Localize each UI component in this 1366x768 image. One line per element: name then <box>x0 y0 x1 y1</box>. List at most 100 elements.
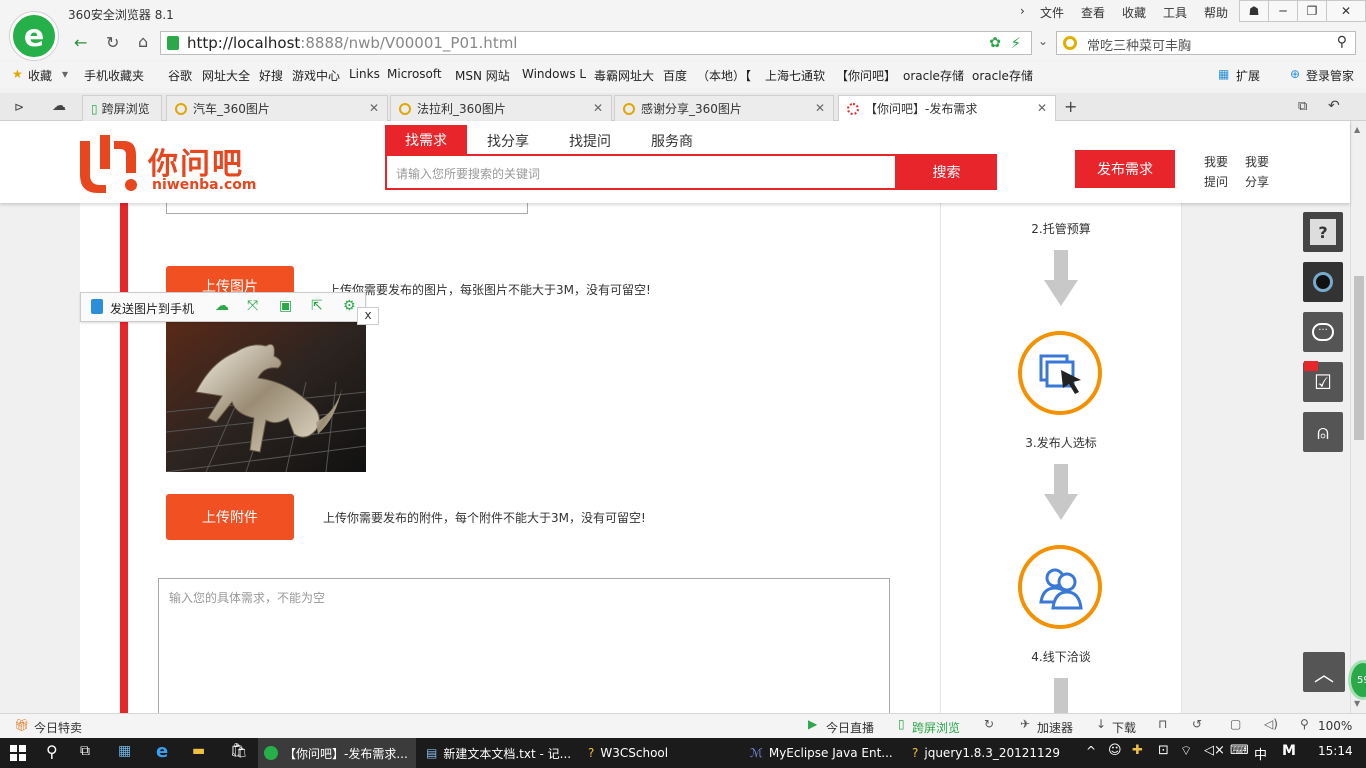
browser-logo-icon[interactable]: e <box>10 12 58 60</box>
fav-item[interactable]: oracle存储 <box>903 67 964 84</box>
fav-item[interactable]: 游戏中心 <box>292 67 340 84</box>
tab-close-icon[interactable]: ✕ <box>815 101 825 115</box>
cloud-save-icon[interactable]: ☁ <box>215 298 229 314</box>
menu-help[interactable]: 帮助 <box>1204 4 1228 21</box>
tray-wifi-icon[interactable]: ⌔ <box>1180 743 1192 759</box>
tab-list-icon[interactable]: ⧉ <box>1298 99 1307 114</box>
tray-volume-icon[interactable]: ◁× <box>1204 743 1225 758</box>
fav-item[interactable]: Microsoft <box>387 67 442 81</box>
tab-car-images[interactable]: 汽车_360图片 ✕ <box>166 95 388 121</box>
folder-icon[interactable]: ▬ <box>192 743 205 759</box>
rotate-icon[interactable]: ↻ <box>984 717 994 731</box>
zoom-level[interactable]: 100% <box>1318 719 1352 733</box>
ime-indicator[interactable]: 中 <box>1254 744 1267 763</box>
nav-service-provider[interactable]: 服务商 <box>639 131 705 151</box>
menu-file[interactable]: 文件 <box>1040 4 1064 21</box>
menu-favorites[interactable]: 收藏 <box>1122 4 1146 21</box>
login-manager-button[interactable]: 登录管家 <box>1306 67 1354 84</box>
reader-icon[interactable]: ⊓ <box>1158 717 1167 731</box>
fav-item[interactable]: 谷歌 <box>168 67 192 84</box>
fullscreen-icon[interactable]: ⤧ <box>247 298 258 314</box>
favorites-dropdown-icon[interactable]: ▾ <box>62 67 68 81</box>
task-notepad[interactable]: ▤ 新建文本文档.txt - 记... <box>420 738 578 768</box>
store-icon[interactable]: 🛍︎ <box>230 743 248 759</box>
windows-start-icon[interactable] <box>10 745 26 761</box>
ask-question-link[interactable]: 我要 提问 <box>1204 152 1228 192</box>
scrollbar-thumb[interactable] <box>1354 276 1364 440</box>
address-dropdown-icon[interactable]: ⌄ <box>1038 34 1048 48</box>
home-icon[interactable]: ⌂ <box>138 32 148 51</box>
site-search-button[interactable]: 搜索 <box>896 154 997 190</box>
accelerator-button[interactable]: 加速器 <box>1037 719 1073 736</box>
tray-expand-icon[interactable]: ^ <box>1086 744 1096 758</box>
tab-close-icon[interactable]: ✕ <box>369 101 379 115</box>
chat-bubble-icon[interactable]: ··· <box>1303 312 1343 352</box>
app-icon[interactable]: ▦ <box>118 743 131 759</box>
sidebar-toggle-icon[interactable]: ⊳ <box>14 100 24 114</box>
window-icon[interactable]: ▢ <box>1230 717 1241 731</box>
cloud-icon[interactable]: ☁ <box>52 98 66 114</box>
refresh-icon[interactable]: ↻ <box>106 33 119 52</box>
fav-item[interactable]: 上海七通软 <box>765 67 825 84</box>
nav-find-demand[interactable]: 找需求 <box>385 125 467 155</box>
task-myeclipse[interactable]: ℳ MyEclipse Java Ent... <box>744 738 902 768</box>
history-icon[interactable]: ↺ <box>1192 717 1202 731</box>
menu-tools[interactable]: 工具 <box>1163 4 1187 21</box>
image-close-button[interactable]: x <box>357 307 379 325</box>
task-jquery[interactable]: ? jquery1.8.3_20121129 <box>906 738 1064 768</box>
extend-button[interactable]: 扩展 <box>1236 67 1260 84</box>
tray-app-icon[interactable]: ☺ <box>1108 743 1122 758</box>
tray-keyboard-icon[interactable]: ⌨ <box>1230 743 1249 758</box>
help-question-icon[interactable]: ? <box>1303 212 1343 252</box>
fav-item[interactable]: Windows L <box>522 67 586 81</box>
site-search-input[interactable]: 请输入您所要搜索的关键词 <box>385 154 897 190</box>
task-browser[interactable]: 【你问吧】-发布需求... <box>258 738 416 768</box>
cross-screen-link[interactable]: 跨屏浏览 <box>912 719 960 736</box>
fav-item[interactable]: oracle存储 <box>972 67 1033 84</box>
user-profile-icon[interactable]: ⍝ <box>1303 412 1343 452</box>
fav-item[interactable]: 手机收藏夹 <box>84 67 144 84</box>
undo-close-icon[interactable]: ↶ <box>1328 98 1340 114</box>
fav-item[interactable]: 好搜 <box>259 67 283 84</box>
tab-thanks-images[interactable]: 感谢分享_360图片 ✕ <box>614 95 834 121</box>
address-bar[interactable]: http://localhost:8888/nwb/V00001_P01.htm… <box>160 31 1032 55</box>
fav-item[interactable]: Links <box>349 67 380 81</box>
minimize-button[interactable]: ─ <box>1268 0 1298 22</box>
menu-arrow-icon[interactable]: › <box>1020 4 1025 18</box>
daily-deals-link[interactable]: 今日特卖 <box>34 719 82 736</box>
back-icon[interactable]: ← <box>74 33 87 52</box>
maximize-button[interactable]: ❐ <box>1297 0 1327 22</box>
camera-icon[interactable] <box>1303 262 1343 302</box>
share-icon[interactable]: ⇱ <box>311 298 323 314</box>
share-link[interactable]: 我要 分享 <box>1245 152 1269 192</box>
close-window-button[interactable]: ✕ <box>1326 0 1366 22</box>
fav-item[interactable]: （本地）【 <box>697 67 751 84</box>
edge-icon[interactable]: e <box>156 741 168 762</box>
fav-item[interactable]: MSN 网站 <box>455 67 510 84</box>
nav-find-question[interactable]: 找提问 <box>557 131 623 151</box>
skin-icon[interactable]: ☗ <box>1239 0 1269 22</box>
tray-security-icon[interactable]: ✚ <box>1132 743 1143 758</box>
publish-demand-button[interactable]: 发布需求 <box>1075 150 1175 188</box>
niwenba-logo-icon[interactable] <box>76 133 142 195</box>
tab-ferrari-images[interactable]: 法拉利_360图片 ✕ <box>390 95 612 121</box>
clock-time[interactable]: 15:14 <box>1318 744 1353 758</box>
new-tab-button[interactable]: + <box>1064 97 1077 116</box>
favorites-button[interactable]: 收藏 <box>28 67 52 84</box>
previous-field[interactable] <box>166 203 528 214</box>
save-icon[interactable]: ▣ <box>279 298 292 314</box>
task-w3cschool[interactable]: ? W3CSchool <box>582 738 740 768</box>
tab-publish-demand[interactable]: 【你问吧】-发布需求 ✕ <box>838 95 1056 121</box>
search-icon[interactable]: ⚲ <box>1337 34 1347 50</box>
browser-search-box[interactable]: 常吃三种菜可丰胸 ⚲ <box>1056 31 1356 55</box>
upload-file-button[interactable]: 上传附件 <box>166 494 294 540</box>
tab-cross-screen[interactable]: ▯ 跨屏浏览 <box>82 95 162 121</box>
speed-icon[interactable]: ⚡ <box>1010 34 1021 52</box>
extension-icon[interactable]: ✿ <box>989 35 1001 51</box>
page-scrollbar[interactable]: ▲ ▼ <box>1350 121 1366 713</box>
sound-icon[interactable]: ◁) <box>1264 717 1278 731</box>
tab-close-icon[interactable]: ✕ <box>593 101 603 115</box>
fav-item[interactable]: 毒霸网址大 <box>594 67 654 84</box>
ime-mode[interactable]: M <box>1282 743 1296 759</box>
nav-find-share[interactable]: 找分享 <box>475 131 541 151</box>
